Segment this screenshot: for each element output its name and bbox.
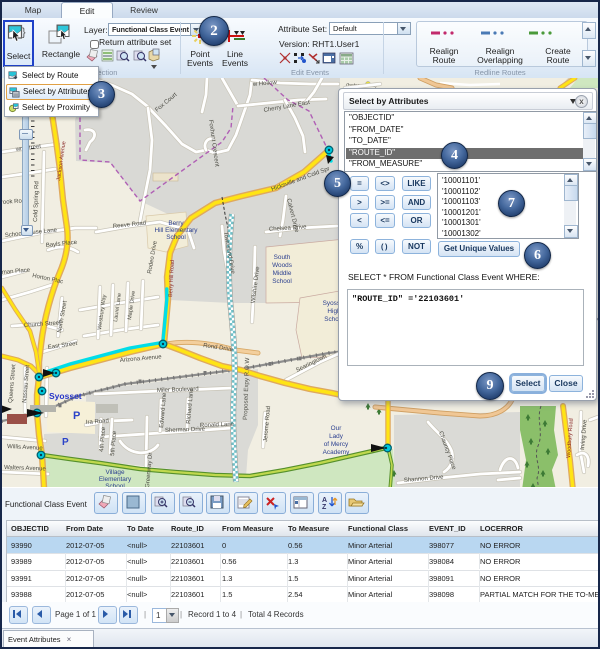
svg-text:Lady: Lady	[329, 433, 344, 440]
svg-text:Woods: Woods	[272, 262, 292, 269]
svg-text:School: School	[105, 483, 125, 487]
svg-text:Berry: Berry	[168, 220, 184, 227]
svg-text:School: School	[166, 234, 186, 241]
svg-text:Z: Z	[322, 504, 327, 511]
svg-text:Hill Elementary: Hill Elementary	[155, 227, 199, 234]
svg-text:P: P	[62, 437, 69, 448]
svg-text:Village: Village	[105, 469, 125, 476]
svg-text:School: School	[272, 278, 292, 285]
svg-text:Middle: Middle	[273, 270, 292, 277]
svg-text:South: South	[274, 254, 291, 261]
svg-text:of Mercy: of Mercy	[324, 441, 349, 448]
svg-text:Ronald Lane: Ronald Lane	[200, 422, 235, 429]
svg-text:A: A	[322, 497, 327, 504]
svg-text:P: P	[73, 410, 80, 422]
svg-text:Syosset: Syosset	[49, 391, 82, 401]
svg-text:Our: Our	[331, 425, 343, 432]
svg-text:}: }	[22, 27, 26, 39]
svg-text:Elementary: Elementary	[99, 476, 132, 483]
svg-text:Academy: Academy	[323, 449, 350, 456]
